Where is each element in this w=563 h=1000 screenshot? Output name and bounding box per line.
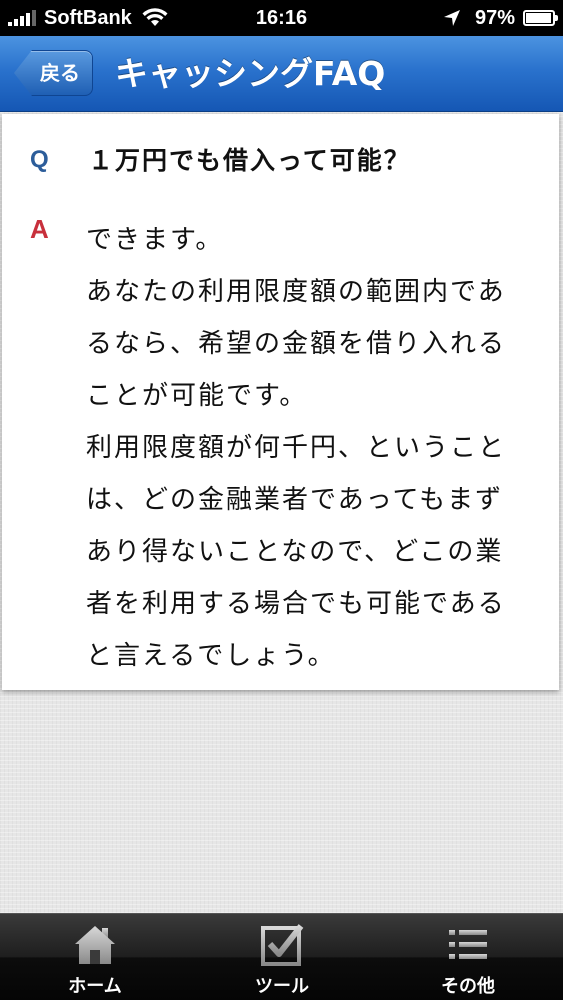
question-text: １万円でも借入って可能？ bbox=[88, 146, 411, 175]
checkbox-icon bbox=[261, 924, 304, 966]
list-icon bbox=[449, 930, 487, 959]
battery-percent: 97% bbox=[474, 6, 515, 29]
tab-other-label: その他 bbox=[441, 976, 495, 997]
faq-card: Q １万円でも借入って可能？ A できます。 あなたの利用限度額の範囲内であ る… bbox=[2, 114, 559, 690]
battery-fill bbox=[526, 13, 551, 23]
tab-other[interactable]: その他 bbox=[398, 914, 538, 1000]
answer-line: 者を利用する場合でも可能である bbox=[86, 589, 506, 619]
answer-text: できます。 あなたの利用限度額の範囲内であ るなら、希望の金額を借り入れる こと… bbox=[86, 214, 536, 682]
answer-line: あなたの利用限度額の範囲内であ bbox=[86, 277, 506, 307]
tab-tool[interactable]: ツール bbox=[212, 914, 352, 1000]
answer-line: できます。 bbox=[86, 225, 224, 255]
page-title: キャッシングFAQ bbox=[115, 54, 386, 93]
answer-line: ことが可能です。 bbox=[86, 381, 308, 411]
question-mark-label: Q bbox=[30, 146, 49, 173]
home-icon bbox=[75, 926, 115, 964]
tab-home[interactable]: ホーム bbox=[25, 914, 165, 1000]
answer-line: 利用限度額が何千円、ということ bbox=[86, 433, 507, 463]
answer-line: るなら、希望の金額を借り入れる bbox=[86, 329, 507, 359]
tab-home-label: ホーム bbox=[68, 976, 122, 997]
tab-bar: ホーム ツール その他 bbox=[0, 913, 563, 1000]
navigation-bar: 戻る キャッシングFAQ bbox=[0, 36, 563, 112]
tab-tool-label: ツール bbox=[255, 976, 309, 997]
status-bar: SoftBank 16:16 97% bbox=[0, 0, 563, 36]
battery-icon bbox=[523, 10, 558, 26]
back-button[interactable]: 戻る bbox=[14, 50, 93, 96]
location-arrow-icon bbox=[443, 10, 460, 26]
answer-line: あり得ないことなので、どこの業 bbox=[86, 537, 504, 567]
answer-line: は、どの金融業者であってもまず bbox=[86, 485, 504, 515]
answer-mark-label: A bbox=[30, 214, 49, 244]
status-right: 97% bbox=[443, 6, 558, 30]
answer-line: と言えるでしょう。 bbox=[86, 641, 336, 671]
